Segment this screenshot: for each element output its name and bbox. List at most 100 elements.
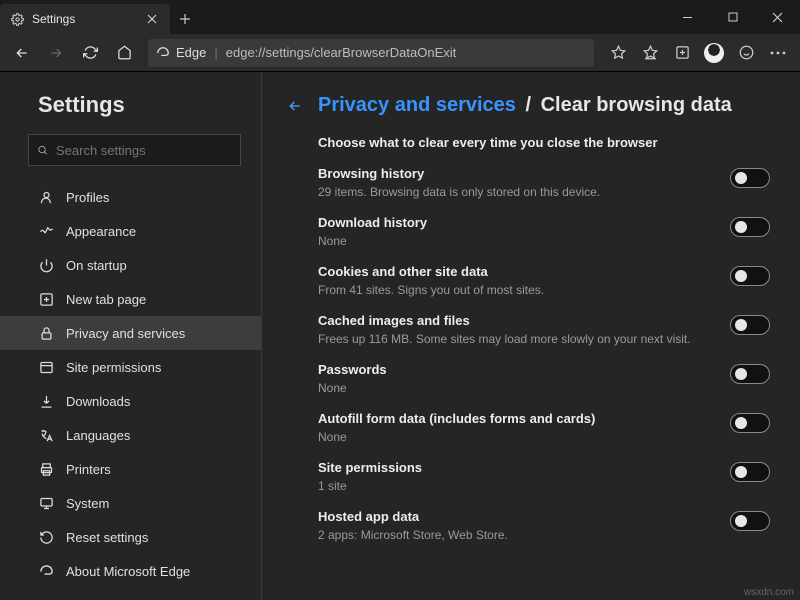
option-toggle[interactable] xyxy=(730,266,770,286)
back-button[interactable] xyxy=(6,38,38,68)
option-toggle[interactable] xyxy=(730,511,770,531)
language-icon xyxy=(38,427,54,443)
clear-option-row: Browsing history29 items. Browsing data … xyxy=(318,166,770,199)
sidebar-item-about-microsoft-edge[interactable]: About Microsoft Edge xyxy=(0,554,261,588)
option-text: Hosted app data 2 apps: Microsoft Store, … xyxy=(318,509,710,542)
profile-button[interactable] xyxy=(698,38,730,68)
option-subtitle: None xyxy=(318,430,710,444)
option-title: Browsing history xyxy=(318,166,710,181)
sidebar-item-label: System xyxy=(66,496,109,511)
breadcrumb: Privacy and services / Clear browsing da… xyxy=(286,94,770,117)
forward-button[interactable] xyxy=(40,38,72,68)
option-subtitle: 2 apps: Microsoft Store, Web Store. xyxy=(318,528,710,542)
option-text: Site permissions1 site xyxy=(318,460,710,493)
sidebar-item-new-tab-page[interactable]: New tab page xyxy=(0,282,261,316)
close-window-button[interactable] xyxy=(755,0,800,34)
sidebar-item-site-permissions[interactable]: Site permissions xyxy=(0,350,261,384)
option-toggle[interactable] xyxy=(730,168,770,188)
option-toggle[interactable] xyxy=(730,413,770,433)
section-instruction: Choose what to clear every time you clos… xyxy=(318,135,770,150)
clear-option-row: Cached images and filesFrees up 116 MB. … xyxy=(318,313,770,346)
collections-button[interactable] xyxy=(666,38,698,68)
printer-icon xyxy=(38,461,54,477)
option-subtitle: None xyxy=(318,234,710,248)
breadcrumb-back-button[interactable] xyxy=(286,97,304,115)
sidebar-item-profiles[interactable]: Profiles xyxy=(0,180,261,214)
option-title: Autofill form data (includes forms and c… xyxy=(318,411,710,426)
sidebar-item-label: Site permissions xyxy=(66,360,161,375)
minimize-button[interactable] xyxy=(665,0,710,34)
tab-title: Settings xyxy=(32,12,136,26)
sidebar-item-on-startup[interactable]: On startup xyxy=(0,248,261,282)
option-title: Download history xyxy=(318,215,710,230)
option-text: Browsing history29 items. Browsing data … xyxy=(318,166,710,199)
sidebar-item-system[interactable]: System xyxy=(0,486,261,520)
sidebar-item-label: New tab page xyxy=(66,292,146,307)
clear-option-row: Site permissions1 site xyxy=(318,460,770,493)
option-subtitle: From 41 sites. Signs you out of most sit… xyxy=(318,283,710,297)
settings-sidebar: Settings ProfilesAppearanceOn startup New… xyxy=(0,72,262,600)
option-text: Autofill form data (includes forms and c… xyxy=(318,411,710,444)
edge-icon xyxy=(38,563,54,579)
gear-icon xyxy=(10,12,24,26)
sidebar-item-printers[interactable]: Printers xyxy=(0,452,261,486)
settings-nav: ProfilesAppearanceOn startup New tab page… xyxy=(0,180,261,588)
sidebar-item-label: Printers xyxy=(66,462,111,477)
maximize-button[interactable] xyxy=(710,0,755,34)
feedback-button[interactable] xyxy=(730,38,762,68)
option-text: Download history None xyxy=(318,215,710,248)
breadcrumb-separator: / xyxy=(521,94,535,116)
settings-heading: Settings xyxy=(0,92,261,134)
option-subtitle: 1 site xyxy=(318,479,710,493)
option-toggle[interactable] xyxy=(730,462,770,482)
breadcrumb-current: Clear browsing data xyxy=(541,94,732,116)
titlebar: Settings xyxy=(0,0,800,34)
site-identity-label: Edge xyxy=(176,45,206,60)
edge-logo-icon xyxy=(156,46,170,60)
sidebar-item-appearance[interactable]: Appearance xyxy=(0,214,261,248)
new-tab-button[interactable] xyxy=(170,4,200,34)
clear-option-row: Download history None xyxy=(318,215,770,248)
search-input[interactable] xyxy=(56,143,232,158)
option-toggle[interactable] xyxy=(730,315,770,335)
browser-tab[interactable]: Settings xyxy=(0,4,170,34)
clear-option-row: Hosted app data 2 apps: Microsoft Store, … xyxy=(318,509,770,542)
sidebar-item-downloads[interactable]: Downloads xyxy=(0,384,261,418)
address-url: edge://settings/clearBrowserDataOnExit xyxy=(226,45,457,60)
appearance-icon xyxy=(38,223,54,239)
power-icon xyxy=(38,257,54,273)
sidebar-item-label: Languages xyxy=(66,428,130,443)
option-title: Hosted app data xyxy=(318,509,710,524)
favorites-list-button[interactable] xyxy=(634,38,666,68)
window-controls xyxy=(665,0,800,34)
search-settings[interactable] xyxy=(28,134,241,166)
sidebar-item-languages[interactable]: Languages xyxy=(0,418,261,452)
option-text: Cookies and other site dataFrom 41 sites… xyxy=(318,264,710,297)
sidebar-item-privacy-and-services[interactable]: Privacy and services xyxy=(0,316,261,350)
home-button[interactable] xyxy=(108,38,140,68)
clear-option-row: Autofill form data (includes forms and c… xyxy=(318,411,770,444)
close-tab-button[interactable] xyxy=(144,11,160,27)
address-separator: | xyxy=(214,45,217,60)
reset-icon xyxy=(38,529,54,545)
option-title: Passwords xyxy=(318,362,710,377)
sidebar-item-label: Downloads xyxy=(66,394,130,409)
clear-option-row: Cookies and other site dataFrom 41 sites… xyxy=(318,264,770,297)
toolbar: Edge | edge://settings/clearBrowserDataO… xyxy=(0,34,800,72)
option-subtitle: Frees up 116 MB. Some sites may load mor… xyxy=(318,332,710,346)
option-text: Cached images and filesFrees up 116 MB. … xyxy=(318,313,710,346)
content-area: Settings ProfilesAppearanceOn startup New… xyxy=(0,72,800,600)
settings-main: Privacy and services / Clear browsing da… xyxy=(262,72,800,600)
option-subtitle: None xyxy=(318,381,710,395)
address-bar[interactable]: Edge | edge://settings/clearBrowserDataO… xyxy=(148,39,594,67)
option-toggle[interactable] xyxy=(730,217,770,237)
favorite-button[interactable] xyxy=(602,38,634,68)
system-icon xyxy=(38,495,54,511)
clear-option-row: Passwords None xyxy=(318,362,770,395)
option-toggle[interactable] xyxy=(730,364,770,384)
breadcrumb-parent-link[interactable]: Privacy and services xyxy=(318,94,516,116)
sidebar-item-reset-settings[interactable]: Reset settings xyxy=(0,520,261,554)
sidebar-item-label: Reset settings xyxy=(66,530,148,545)
refresh-button[interactable] xyxy=(74,38,106,68)
menu-button[interactable] xyxy=(762,38,794,68)
